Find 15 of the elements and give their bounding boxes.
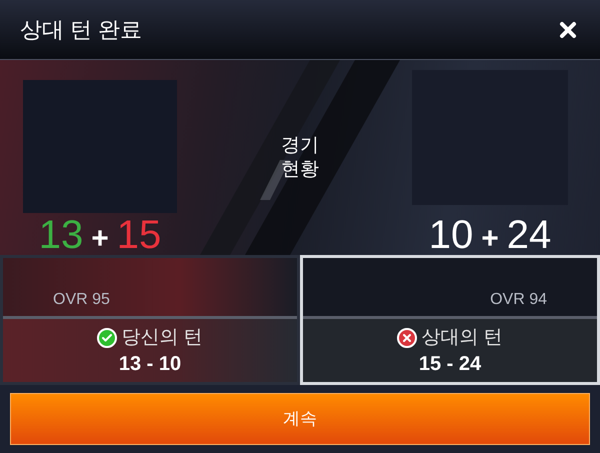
- ovr-rating: OVR 95: [53, 290, 110, 310]
- ovr-rating: OVR 94: [490, 290, 547, 310]
- turn-label: 당신의 턴: [121, 326, 203, 350]
- score-text: 15: [116, 215, 162, 255]
- score-text: 24: [506, 215, 552, 255]
- score-text: 10: [428, 215, 474, 255]
- status-label: 경기 현황: [281, 134, 319, 182]
- window-title: 상대 턴 완료: [20, 16, 142, 44]
- continue-button[interactable]: 계속: [10, 393, 590, 445]
- turn-score: 13 - 10: [118, 352, 182, 378]
- score-text: +: [91, 224, 109, 254]
- score-text: 13: [38, 215, 84, 255]
- score-text: +: [481, 224, 499, 254]
- turn-label: 상대의 턴: [421, 326, 503, 350]
- turn-score: 15 - 24: [418, 352, 482, 378]
